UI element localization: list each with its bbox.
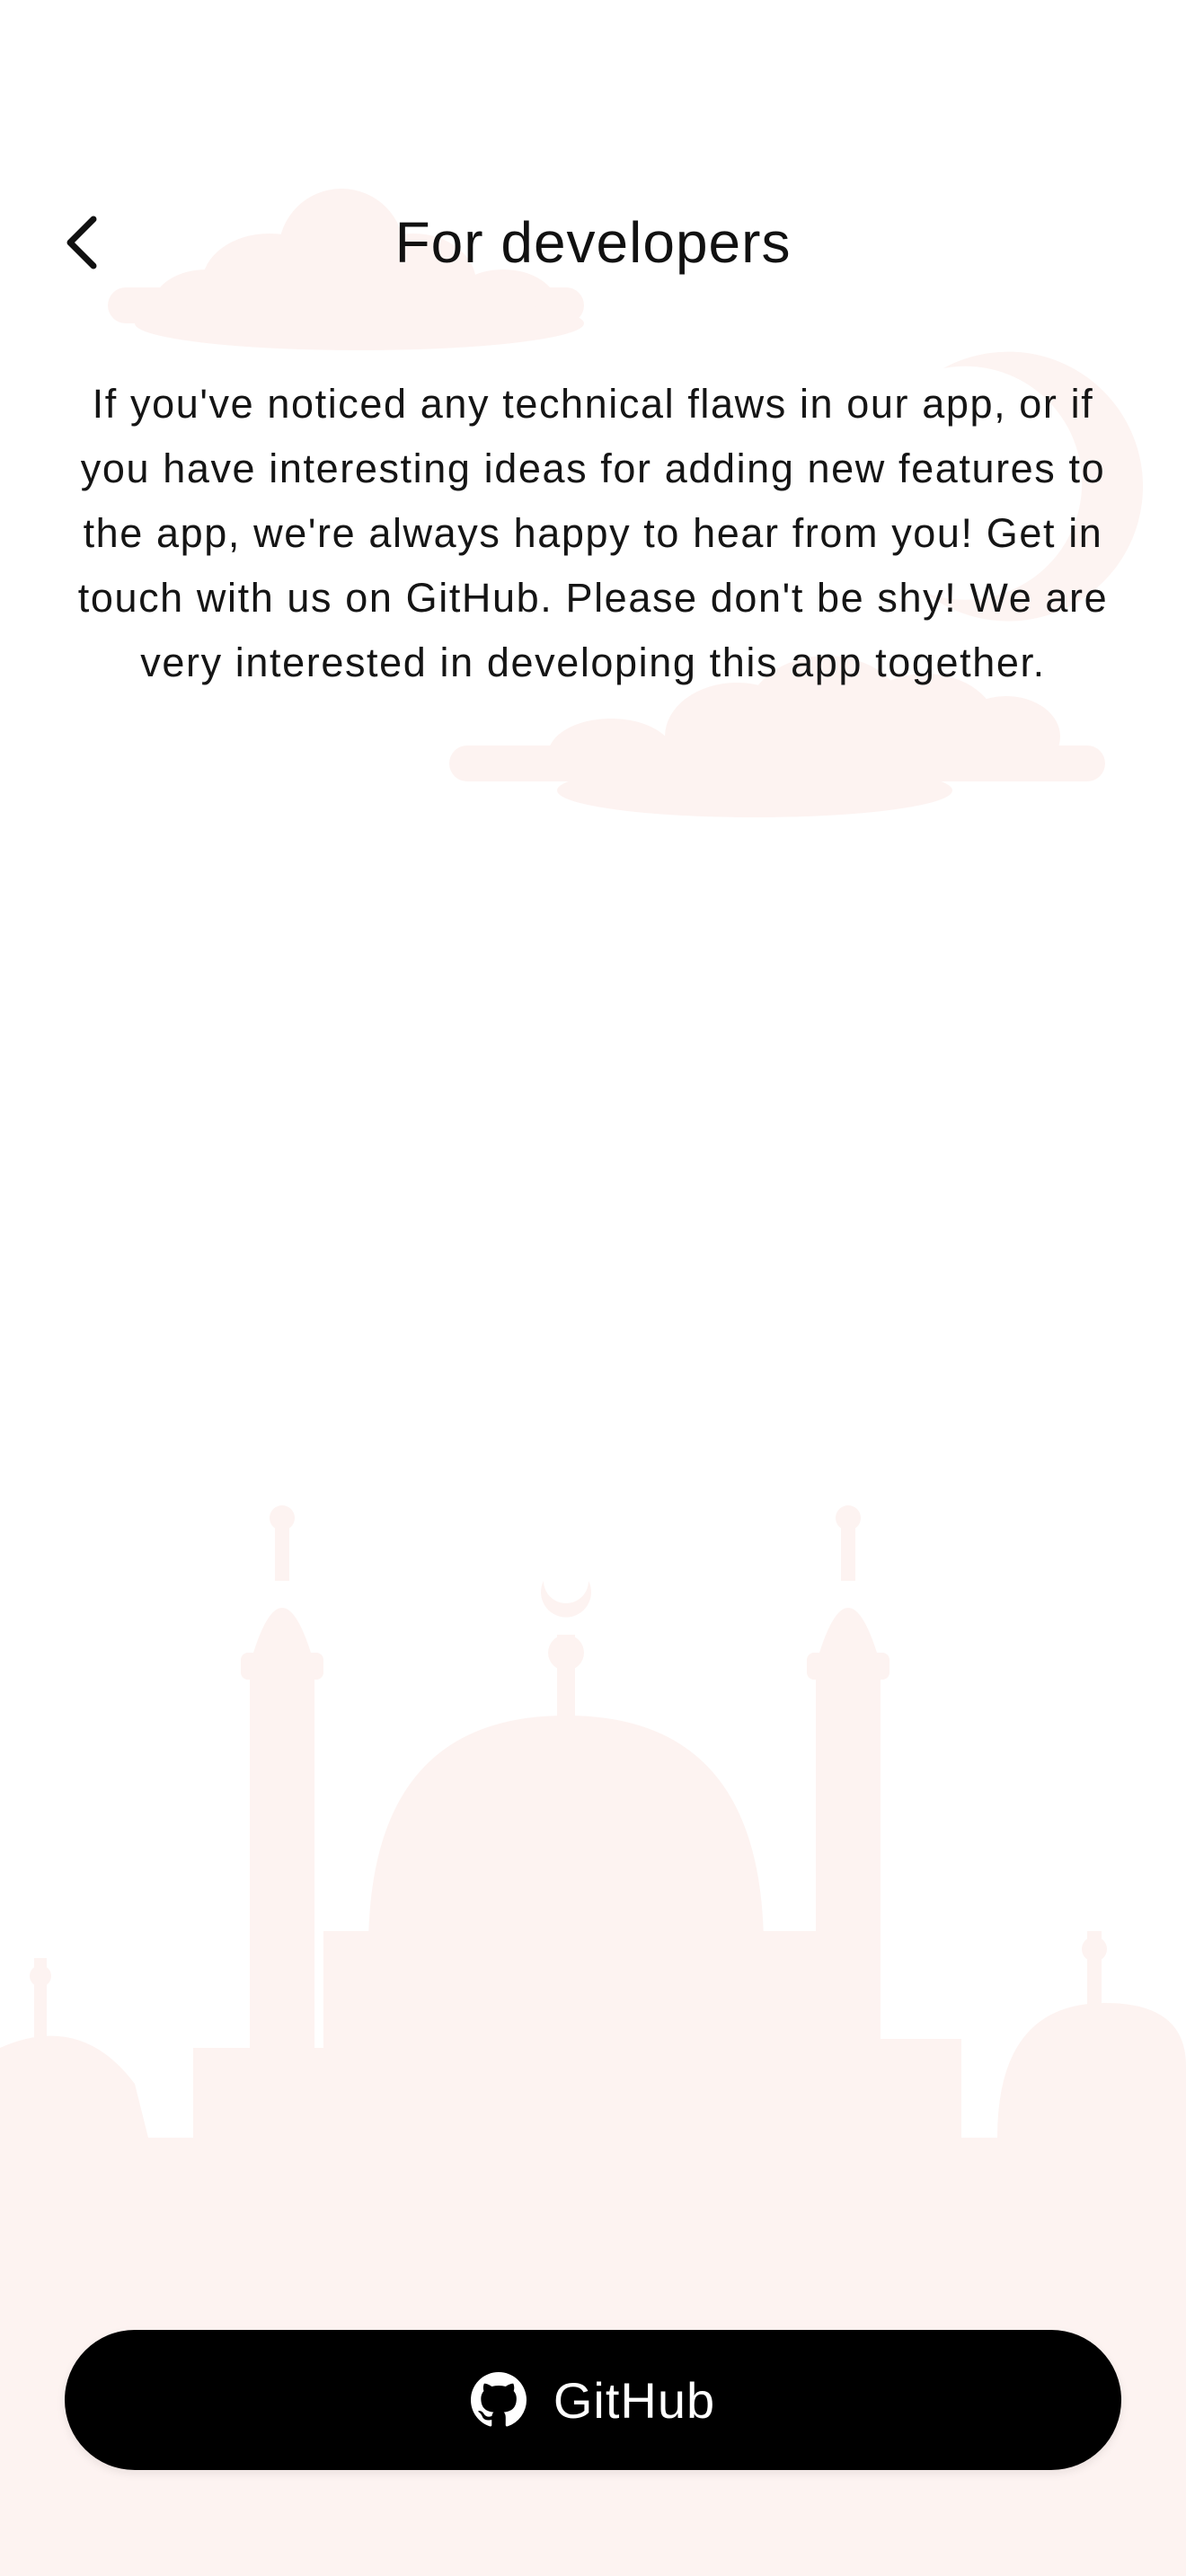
github-button-label: GitHub xyxy=(553,2371,716,2429)
developer-info-text: If you've noticed any technical flaws in… xyxy=(77,381,1109,685)
github-button[interactable]: GitHub xyxy=(65,2330,1121,2470)
header-bar: For developers xyxy=(0,180,1186,305)
page-title: For developers xyxy=(394,210,792,275)
github-icon xyxy=(470,2372,527,2428)
